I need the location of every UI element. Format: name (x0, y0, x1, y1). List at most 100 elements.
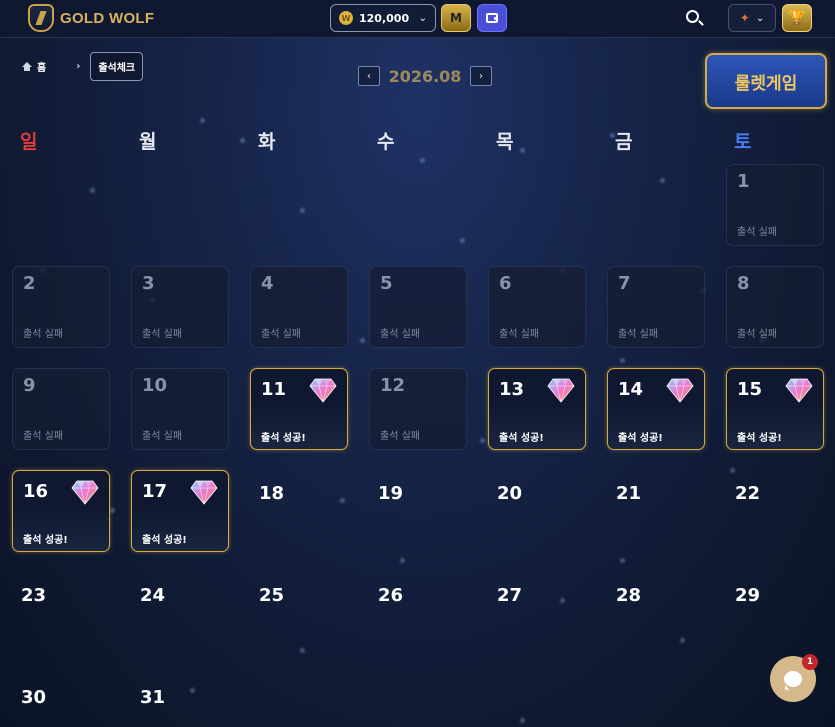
chat-notification-badge: 1 (802, 654, 818, 670)
attendance-status: 출석 실패 (380, 431, 420, 442)
search-icon[interactable] (686, 10, 699, 23)
star-dot (620, 558, 625, 563)
chevron-down-icon: ⌄ (418, 12, 427, 24)
m-label: M (450, 11, 462, 25)
chevron-right-icon: › (479, 70, 483, 82)
breadcrumb-home[interactable]: 홈 (37, 59, 46, 74)
day-cell-fail[interactable]: 12 출석 실패 (369, 368, 467, 450)
day-cell-success[interactable]: 17 출석 성공! (131, 470, 229, 552)
month-navigation: ‹ 2026.08 › (358, 65, 492, 87)
day-cell-fail[interactable]: 1 출석 실패 (726, 164, 824, 246)
trophy-button[interactable]: 🏆 (782, 4, 812, 32)
attendance-status: 출석 실패 (618, 329, 658, 340)
day-cell-success[interactable]: 13 출석 성공! (488, 368, 586, 450)
day-number: 22 (735, 483, 761, 504)
day-number: 9 (23, 375, 36, 396)
day-number: 2 (23, 273, 36, 294)
attendance-status: 출석 성공! (23, 535, 68, 546)
day-number: 14 (618, 379, 644, 400)
day-cell-fail[interactable]: 7 출석 실패 (607, 266, 705, 348)
top-header: GOLD WOLF W 120,000 ⌄ M ✦ ⌄ 🏆 (0, 0, 835, 38)
day-number: 15 (737, 379, 763, 400)
day-cell-success[interactable]: 14 출석 성공! (607, 368, 705, 450)
day-number: 13 (499, 379, 525, 400)
star-dot (660, 178, 665, 183)
day-number: 18 (259, 483, 285, 504)
attendance-status: 출석 성공! (142, 535, 187, 546)
day-number: 4 (261, 273, 274, 294)
star-dot (300, 648, 305, 653)
day-cell-success[interactable]: 11 출석 성공! (250, 368, 348, 450)
prev-month-button[interactable]: ‹ (358, 66, 380, 86)
star-dot (480, 438, 485, 443)
weekday-label: 화 (258, 131, 276, 153)
weekday-label: 일 (20, 131, 38, 153)
day-number: 17 (142, 481, 168, 502)
day-number: 19 (378, 483, 404, 504)
roulette-game-button[interactable]: 룰렛게임 (705, 53, 827, 109)
chevron-down-icon: ⌄ (755, 12, 765, 24)
attendance-status: 출석 실패 (380, 329, 420, 340)
star-dot (520, 148, 525, 153)
day-number: 23 (21, 585, 47, 606)
star-dot (460, 238, 465, 243)
star-dot (730, 468, 735, 473)
attendance-status: 출석 성공! (261, 433, 306, 444)
wolf-logo-icon (28, 4, 54, 32)
diamond-icon (71, 479, 99, 505)
home-icon (22, 61, 32, 71)
day-cell-fail[interactable]: 6 출석 실패 (488, 266, 586, 348)
day-number: 12 (380, 375, 406, 396)
chat-icon (784, 671, 802, 687)
day-cell-fail[interactable]: 10 출석 실패 (131, 368, 229, 450)
star-dot (560, 598, 565, 603)
day-cell-fail[interactable]: 3 출석 실패 (131, 266, 229, 348)
wallet-button[interactable] (477, 4, 507, 32)
day-cell-success[interactable]: 16 출석 성공! (12, 470, 110, 552)
day-cell-fail[interactable]: 8 출석 실패 (726, 266, 824, 348)
weekday-label: 토 (734, 131, 752, 153)
attendance-status: 출석 실패 (23, 329, 63, 340)
weekday-label: 금 (615, 131, 633, 153)
month-label: 2026.08 (388, 66, 462, 86)
trophy-icon: 🏆 (788, 10, 806, 26)
day-number: 16 (23, 481, 49, 502)
day-number: 6 (499, 273, 512, 294)
day-number: 27 (497, 585, 523, 606)
attendance-status: 출석 실패 (499, 329, 539, 340)
attendance-status: 출석 실패 (261, 329, 301, 340)
diamond-icon (190, 479, 218, 505)
day-cell-fail[interactable]: 5 출석 실패 (369, 266, 467, 348)
logo[interactable]: GOLD WOLF (28, 3, 154, 33)
day-number: 31 (140, 687, 166, 708)
language-dropdown[interactable]: ✦ ⌄ (728, 4, 776, 32)
diamond-icon (785, 377, 813, 403)
star-dot (240, 138, 245, 143)
day-number: 20 (497, 483, 523, 504)
breadcrumb: 홈 › 출석체크 (22, 51, 144, 81)
chat-button[interactable]: 1 (770, 654, 818, 702)
star-dot (620, 358, 625, 363)
attendance-status: 출석 성공! (499, 433, 544, 444)
next-month-button[interactable]: › (470, 66, 492, 86)
star-dot (680, 638, 685, 643)
day-number: 25 (259, 585, 285, 606)
day-number: 29 (735, 585, 761, 606)
day-cell-fail[interactable]: 4 출석 실패 (250, 266, 348, 348)
day-number: 7 (618, 273, 631, 294)
weekday-label: 수 (377, 131, 395, 153)
attendance-status: 출석 성공! (618, 433, 663, 444)
day-cell-success[interactable]: 15 출석 성공! (726, 368, 824, 450)
attendance-status: 출석 실패 (23, 431, 63, 442)
breadcrumb-current: 출석체크 (90, 51, 144, 81)
day-number: 8 (737, 273, 750, 294)
weekday-label: 목 (496, 131, 514, 153)
day-number: 3 (142, 273, 155, 294)
day-cell-fail[interactable]: 2 출석 실패 (12, 266, 110, 348)
day-cell-fail[interactable]: 9 출석 실패 (12, 368, 110, 450)
balance-dropdown[interactable]: W 120,000 ⌄ (330, 4, 436, 32)
star-dot (110, 508, 115, 513)
star-dot (90, 188, 95, 193)
m-points-button[interactable]: M (441, 4, 471, 32)
day-number: 21 (616, 483, 642, 504)
